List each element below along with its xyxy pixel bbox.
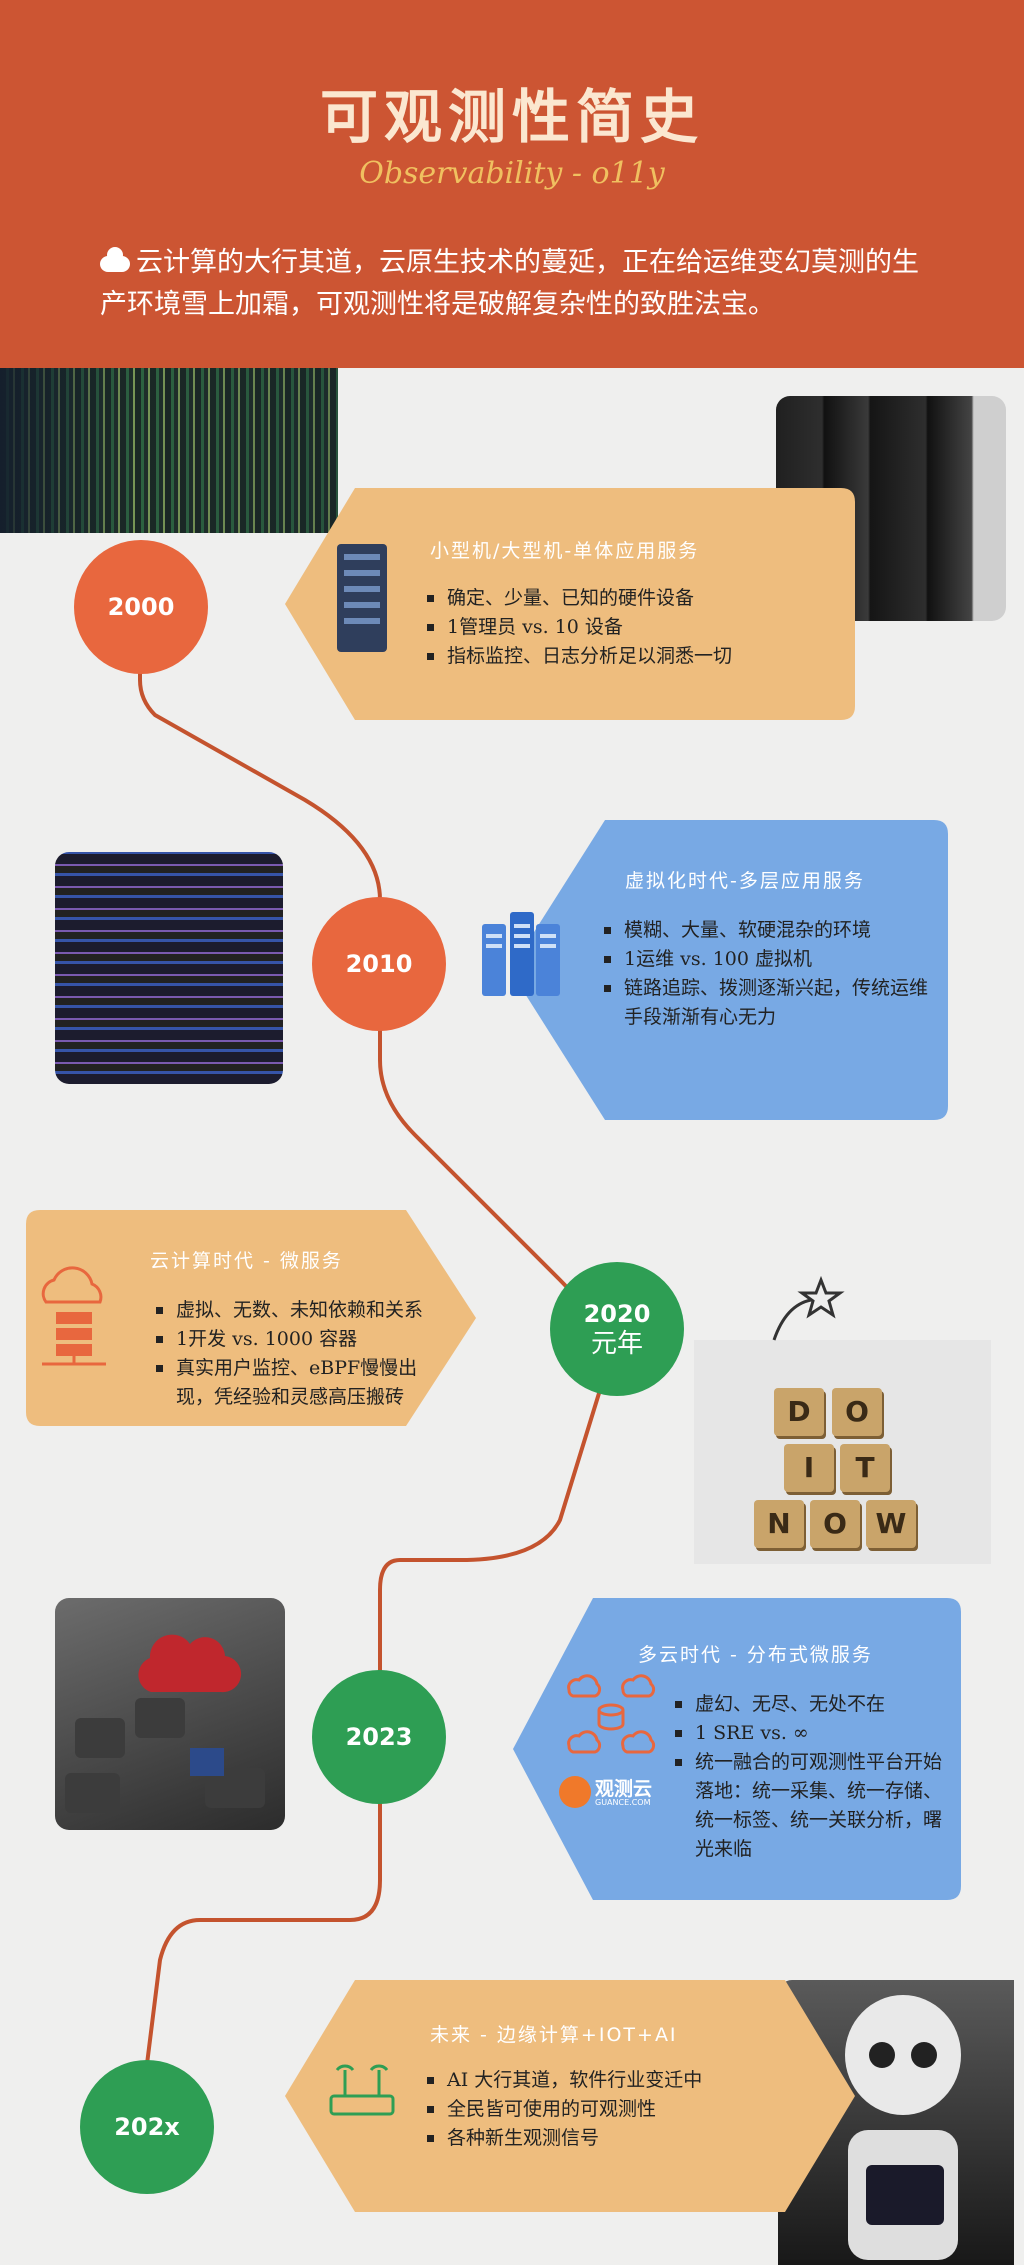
era-bullet: 1开发 vs. 1000 容器 [154, 1325, 454, 1354]
era-title: 未来 - 边缘计算+IOT+AI [430, 2024, 678, 2046]
era-bullet: 模糊、大量、软硬混杂的环境 [602, 916, 938, 945]
cloud-server-icon [41, 1266, 106, 1366]
era-bullet: 1运维 vs. 100 虚拟机 [602, 945, 938, 974]
year-circle-2023: 2023 [312, 1670, 446, 1804]
guance-logo-icon [559, 1776, 591, 1808]
server-icon [337, 544, 387, 652]
era-bullet: 虚拟、无数、未知依赖和关系 [154, 1296, 454, 1325]
year-circle-2010: 2010 [312, 897, 446, 1031]
era-bullet: 1 SRE vs. ∞ [673, 1719, 943, 1748]
era-title: 云计算时代 - 微服务 [150, 1250, 343, 1272]
era-bullet: 指标监控、日志分析足以洞悉一切 [425, 642, 835, 671]
brand-url: GUANCE.COM [595, 1798, 651, 1807]
era-bullet: 确定、少量、已知的硬件设备 [425, 584, 835, 613]
era-card-2023: 观测云 GUANCE.COM 多云时代 - 分布式微服务 虚幻、无尽、无处不在 … [513, 1598, 961, 1900]
year-circle-2020: 2020 元年 [550, 1262, 684, 1396]
timeline-path [138, 650, 604, 2121]
year-label: 2020 [583, 1300, 651, 1328]
era-bullet: 各种新生观测信号 [425, 2124, 825, 2153]
era-card-2000: 小型机/大型机-单体应用服务 确定、少量、已知的硬件设备 1管理员 vs. 10… [285, 488, 855, 720]
era-bullet: 虚幻、无尽、无处不在 [673, 1690, 943, 1719]
era-card-2010: 虚拟化时代-多层应用服务 模糊、大量、软硬混杂的环境 1运维 vs. 100 虚… [510, 820, 948, 1120]
era-card-2020: 云计算时代 - 微服务 虚拟、无数、未知依赖和关系 1开发 vs. 1000 容… [26, 1210, 476, 1426]
servers-icon [482, 912, 560, 996]
era-bullet: 1管理员 vs. 10 设备 [425, 613, 835, 642]
era-bullet: 链路追踪、拨测逐渐兴起，传统运维手段渐渐有心无力 [602, 974, 938, 1032]
era-bullet: AI 大行其道，软件行业变迁中 [425, 2066, 825, 2095]
year-circle-2000: 2000 [74, 540, 208, 674]
era-bullet: 统一融合的可观测性平台开始落地：统一采集、统一存储、统一标签、统一关联分析，曙光… [673, 1748, 943, 1864]
era-card-202x: 未来 - 边缘计算+IOT+AI AI 大行其道，软件行业变迁中 全民皆可使用的… [285, 1980, 855, 2212]
era-bullet: 真实用户监控、eBPF慢慢出现，凭经验和灵感高压搬砖 [154, 1354, 454, 1412]
guance-logo: 观测云 GUANCE.COM [559, 1774, 669, 1814]
year-sublabel: 元年 [590, 1329, 643, 1359]
year-circle-202x: 202x [80, 2060, 214, 2194]
era-bullet: 全民皆可使用的可观测性 [425, 2095, 825, 2124]
era-title: 虚拟化时代-多层应用服务 [625, 870, 865, 892]
brand-name: 观测云 [595, 1778, 653, 1800]
era-title: 小型机/大型机-单体应用服务 [430, 540, 700, 562]
cloud-network-icon [567, 1674, 656, 1754]
router-icon [329, 2064, 395, 2116]
era-title: 多云时代 - 分布式微服务 [638, 1644, 873, 1666]
